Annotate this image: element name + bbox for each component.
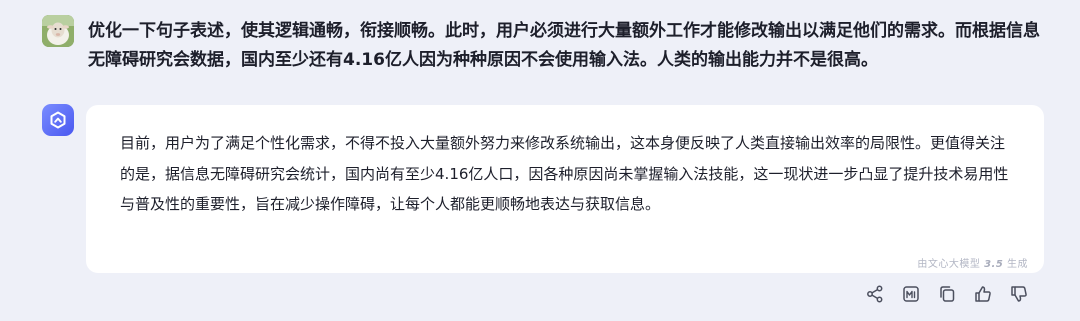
user-avatar — [42, 15, 74, 47]
bot-reply-bubble: 目前，用户为了满足个性化需求，不得不投入大量额外努力来修改系统输出，这本身便反映… — [86, 105, 1044, 273]
chart-button[interactable] — [900, 283, 922, 305]
reply-actions-bar — [864, 283, 1030, 305]
bot-reply-text: 目前，用户为了满足个性化需求，不得不投入大量额外努力来修改系统输出，这本身便反映… — [120, 134, 1009, 213]
thumbs-down-icon — [1011, 286, 1027, 302]
thumbs-up-button[interactable] — [972, 283, 994, 305]
copy-icon — [940, 286, 955, 302]
thumbs-up-icon — [975, 286, 991, 302]
generated-by-label: 由文心大模型 3.5 生成 — [917, 255, 1028, 270]
copy-button[interactable] — [936, 283, 958, 305]
user-message-text: 优化一下句子表述，使其逻辑通畅，衔接顺畅。此时，用户必须进行大量额外工作才能修改… — [88, 21, 1040, 70]
thumbs-down-button[interactable] — [1008, 283, 1030, 305]
chart-icon — [903, 286, 919, 302]
bot-avatar — [42, 104, 74, 136]
sheep-avatar-image — [42, 15, 74, 47]
share-icon — [867, 285, 883, 303]
share-button[interactable] — [864, 283, 886, 305]
model-version: 3.5 — [984, 259, 1004, 270]
generated-by-prefix: 由文心大模型 — [917, 259, 981, 270]
bot-logo-icon — [50, 111, 66, 129]
chat-view: 优化一下句子表述，使其逻辑通畅，衔接顺畅。此时，用户必须进行大量额外工作才能修改… — [0, 0, 1080, 321]
generated-by-suffix: 生成 — [1007, 259, 1028, 270]
